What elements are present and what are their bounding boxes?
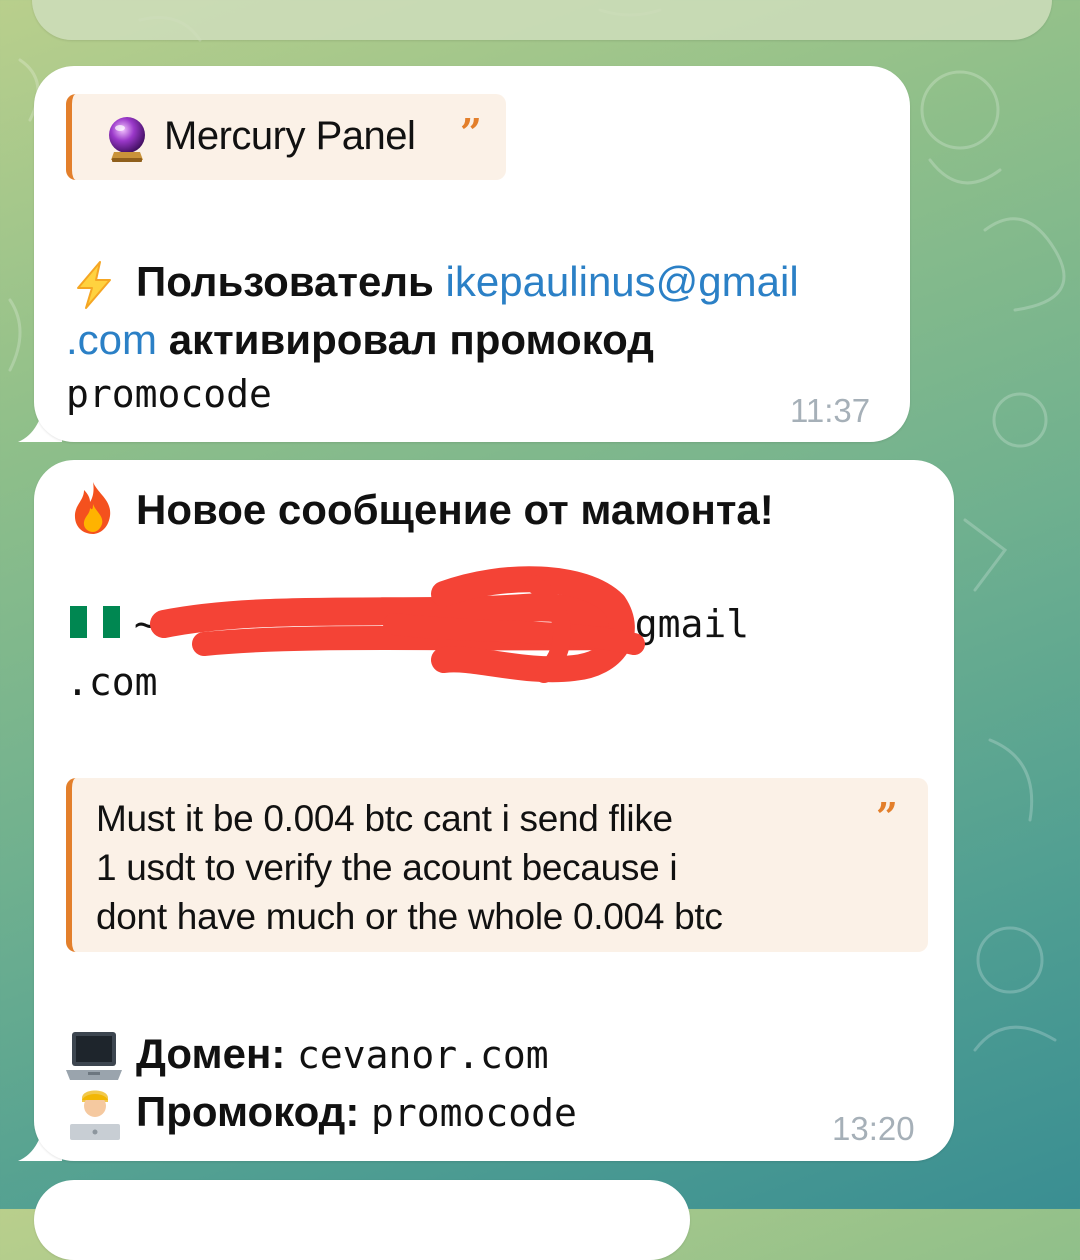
quote-title: Mercury Panel: [164, 114, 416, 158]
new-message-title: Новое сообщение от мамонта!: [136, 486, 774, 533]
quote-line-3: dont have much or the whole 0.004 btc: [96, 896, 723, 937]
message-time: 11:37: [790, 392, 871, 429]
quote-line-1: Must it be 0.004 btc cant i send flike: [96, 798, 673, 839]
message-bubble-new-message[interactable]: Новое сообщение от мамонта! ~ 7@gmail .c…: [34, 460, 954, 1161]
crystal-ball-icon: [109, 117, 145, 162]
redaction-scribble: [150, 566, 645, 683]
promocode-value[interactable]: promocode: [371, 1091, 577, 1135]
promocode-label: Промокод:: [136, 1088, 360, 1135]
promocode-value[interactable]: promocode: [66, 368, 272, 420]
quote-line-2: 1 usdt to verify the acount because i: [96, 847, 678, 888]
user-email-link-tail[interactable]: .com: [66, 316, 157, 363]
quote-icon: ”: [460, 110, 482, 155]
activation-suffix: активировал промокод: [168, 316, 654, 363]
lightning-icon: [77, 261, 111, 309]
nigeria-flag-icon: [70, 606, 120, 638]
previous-message-bubble[interactable]: [32, 0, 1052, 40]
promocode-line: Промокод: promocode: [136, 1086, 577, 1139]
fire-icon: [74, 482, 111, 534]
next-message-bubble[interactable]: [34, 1180, 690, 1260]
domain-value[interactable]: cevanor.com: [297, 1033, 549, 1077]
activation-line-2: .com активировал промокод: [66, 314, 654, 366]
user-email-link[interactable]: ikepaulinus@gmail: [446, 258, 799, 305]
quote-icon: ”: [876, 794, 898, 839]
activation-prefix: Пользователь: [136, 258, 434, 305]
activation-line-1: Пользователь ikepaulinus@gmail: [136, 256, 799, 308]
message-bubble-promocode-activation[interactable]: Mercury Panel ” Пользователь ikepaulinus…: [34, 66, 910, 442]
laptop-icon: [66, 1032, 122, 1080]
quote-block-customer-message[interactable]: Must it be 0.004 btc cant i send flike 1…: [66, 778, 928, 952]
domain-label: Домен:: [136, 1030, 286, 1077]
technologist-icon: [70, 1090, 120, 1140]
message-time: 13:20: [832, 1110, 915, 1147]
quote-block-mercury-panel[interactable]: Mercury Panel ”: [66, 94, 506, 180]
domain-line: Домен: cevanor.com: [136, 1028, 549, 1081]
